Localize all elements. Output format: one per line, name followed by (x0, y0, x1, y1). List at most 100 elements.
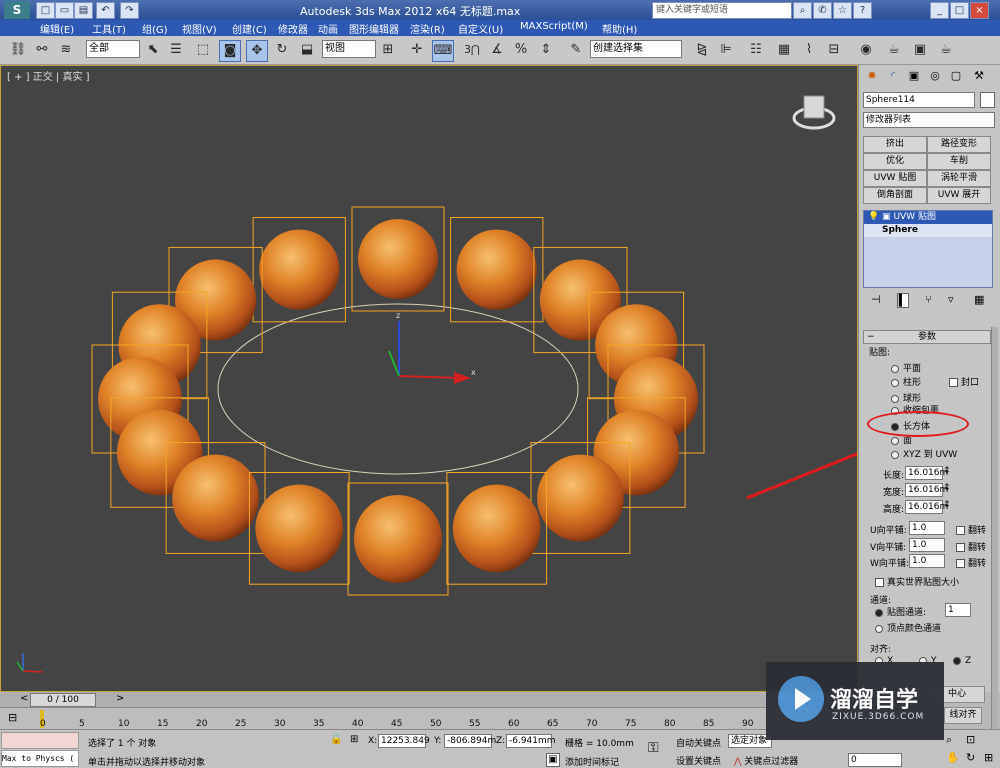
time-tag-icon[interactable]: ▣ (546, 753, 560, 767)
new-file-icon[interactable]: □ (36, 2, 55, 19)
menu-help[interactable]: 帮助(H) (602, 21, 637, 36)
light-bulb-icon[interactable]: 💡 ▣ (868, 212, 893, 222)
w-tile-field[interactable]: 1.0 (909, 554, 945, 568)
length-spinner-icon[interactable]: ⇕ (943, 466, 951, 476)
fit-align-button[interactable]: 线对齐 (944, 707, 982, 724)
slider-next-icon[interactable]: > (116, 693, 124, 704)
motion-tab-icon[interactable]: ◎ (927, 68, 943, 84)
length-field[interactable]: 16.016m (905, 466, 948, 480)
v-tile-field[interactable]: 1.0 (909, 538, 945, 552)
optimize-button[interactable]: 优化 (863, 153, 927, 170)
open-file-icon[interactable]: ▭ (55, 2, 74, 19)
help-icon[interactable]: ? (853, 2, 872, 19)
textured-sphere[interactable] (452, 484, 541, 573)
minimize-icon[interactable]: _ (930, 2, 949, 19)
named-selection-dropdown[interactable]: 创建选择集 (590, 40, 682, 58)
graphite-tools-icon[interactable]: ▦ (774, 40, 794, 60)
create-tab-icon[interactable]: ✸ (864, 68, 880, 84)
vertex-color-radio[interactable]: 顶点颜色通道 (875, 621, 941, 634)
show-end-result-icon[interactable]: ▍ (897, 293, 909, 308)
modifier-stack[interactable]: 💡 ▣ UVW 贴图 Sphere (863, 210, 993, 288)
bevel-profile-button[interactable]: 倒角剖面 (863, 187, 927, 204)
modify-tab-icon[interactable]: ◜ (885, 68, 901, 84)
align-icon[interactable]: ⊫ (716, 40, 736, 60)
hierarchy-tab-icon[interactable]: ▣ (906, 68, 922, 84)
save-file-icon[interactable]: ▤ (74, 2, 93, 19)
menu-maxscript[interactable]: MAXScript(M) (520, 21, 588, 32)
maximize-icon[interactable]: □ (950, 2, 969, 19)
snap-toggle-icon[interactable]: 3⋂ (462, 40, 482, 60)
menu-customize[interactable]: 自定义(U) (458, 21, 503, 36)
path-deform-button[interactable]: 路径变形 (927, 136, 991, 153)
make-unique-icon[interactable]: ⑂ (925, 293, 932, 306)
display-tab-icon[interactable]: ▢ (948, 68, 964, 84)
redo-icon[interactable]: ↷ (120, 2, 139, 19)
select-manipulate-icon[interactable]: ✛ (407, 40, 427, 60)
align-z-radio[interactable]: Z (953, 656, 971, 666)
menu-edit[interactable]: 编辑(E) (40, 21, 74, 36)
slider-prev-icon[interactable]: < (20, 693, 28, 704)
select-move-icon[interactable]: ✥ (246, 40, 268, 62)
menu-modifiers[interactable]: 修改器 (278, 21, 308, 36)
current-frame-field[interactable]: 0 (848, 753, 902, 767)
selection-filter-dropdown[interactable]: 全部 (86, 40, 140, 58)
curve-editor-icon[interactable]: ⌇ (799, 40, 819, 60)
menu-create[interactable]: 创建(C) (232, 21, 267, 36)
layer-manager-icon[interactable]: ☷ (746, 40, 766, 60)
map-channel-radio[interactable]: 贴图通道: (875, 605, 926, 618)
width-field[interactable]: 16.016m (905, 483, 948, 497)
height-spinner-icon[interactable]: ⇕ (943, 500, 951, 510)
track-bar[interactable]: ⊟ 0 5 10 15 20 25 30 35 40 45 50 55 60 65 70 75 80 85 90 (0, 707, 858, 730)
keyboard-shortcut-icon[interactable]: ⌨ (432, 40, 454, 62)
width-spinner-icon[interactable]: ⇕ (943, 483, 951, 493)
mapping-option-xyz-uvw[interactable]: XYZ 到 UVW (891, 447, 957, 460)
orbit-icon[interactable]: ↻ (966, 751, 975, 764)
app-logo-icon[interactable]: S (4, 1, 30, 19)
rendered-frame-icon[interactable]: ▣ (910, 40, 930, 60)
v-flip-checkbox[interactable]: 翻转 (956, 540, 986, 553)
lock-selection-icon[interactable]: 🔒 (330, 734, 342, 745)
zoom-icon[interactable]: ⌕ (946, 733, 952, 747)
object-color-swatch[interactable] (980, 92, 995, 108)
binoculars-icon[interactable]: ⌕ (793, 2, 812, 19)
utilities-tab-icon[interactable]: ⚒ (971, 68, 987, 84)
key-filters-button[interactable]: ⋀ 关键点过滤器 (734, 754, 798, 767)
textured-sphere[interactable] (358, 219, 438, 299)
x-coord-field[interactable]: 12253.849 (378, 734, 430, 748)
unlink-icon[interactable]: ⚯ (32, 40, 52, 60)
pin-stack-icon[interactable]: ⊣ (871, 293, 881, 306)
stack-item-sphere[interactable]: Sphere (864, 224, 992, 237)
textured-sphere[interactable] (255, 484, 344, 573)
mapping-option-cylindrical[interactable]: 柱形 (891, 375, 921, 388)
height-field[interactable]: 16.016m (905, 500, 948, 514)
pan-icon[interactable]: ✋ (946, 751, 960, 764)
lathe-button[interactable]: 车削 (927, 153, 991, 170)
key-icon[interactable]: ⚿ (648, 740, 659, 756)
extrude-button[interactable]: 挤出 (863, 136, 927, 153)
z-coord-field[interactable]: -6.941mm (506, 734, 556, 748)
percent-snap-icon[interactable]: % (511, 40, 531, 60)
undo-icon[interactable]: ↶ (96, 2, 115, 19)
real-world-checkbox[interactable]: 真实世界贴图大小 (875, 575, 959, 588)
menu-graph-editors[interactable]: 图形编辑器 (349, 21, 399, 36)
select-object-icon[interactable]: ⬉ (143, 40, 163, 60)
menu-tools[interactable]: 工具(T) (92, 21, 126, 36)
time-slider-thumb[interactable]: 0 / 100 (30, 693, 96, 707)
menu-views[interactable]: 视图(V) (182, 21, 217, 36)
modifier-list-dropdown[interactable]: 修改器列表 (863, 112, 995, 128)
comm-center-icon[interactable]: ✆ (813, 2, 832, 19)
time-slider[interactable]: 0 / 100 < > (0, 692, 858, 707)
script-listener-pink[interactable] (1, 732, 79, 749)
close-icon[interactable]: × (970, 2, 989, 19)
add-time-tag[interactable]: 添加时间标记 (565, 755, 619, 768)
favorites-icon[interactable]: ☆ (833, 2, 852, 19)
set-key-button[interactable]: 设置关键点 (676, 754, 721, 767)
select-scale-icon[interactable]: ⬓ (297, 40, 317, 60)
textured-sphere[interactable] (537, 454, 624, 542)
parameters-rollout-header[interactable]: − 参数 (863, 330, 991, 344)
maximize-viewport-icon[interactable]: ⊞ (984, 751, 993, 764)
angle-snap-icon[interactable]: ∡ (487, 40, 507, 60)
zoom-extents-icon[interactable]: ⊡ (966, 733, 975, 746)
turbosmooth-button[interactable]: 涡轮平滑 (927, 170, 991, 187)
textured-sphere[interactable] (259, 229, 340, 310)
